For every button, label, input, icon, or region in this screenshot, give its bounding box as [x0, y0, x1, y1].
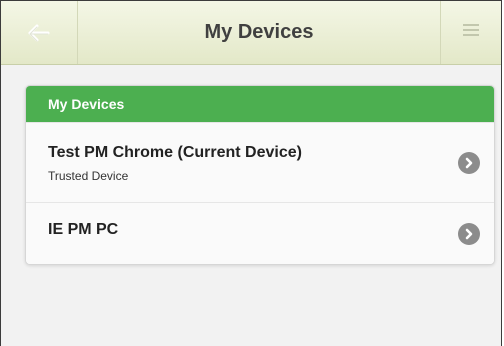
- back-button[interactable]: [1, 1, 78, 64]
- chevron-right-icon: [458, 222, 480, 245]
- device-name: Test PM Chrome (Current Device): [48, 144, 302, 161]
- hamburger-menu-icon: [463, 23, 479, 42]
- app-frame: My Devices My Devices Test PM Chrome (Cu…: [0, 0, 502, 346]
- devices-card: My Devices Test PM Chrome (Current Devic…: [25, 85, 495, 265]
- top-bar: My Devices: [1, 1, 501, 65]
- device-item-test-pm-chrome[interactable]: Test PM Chrome (Current Device) Trusted …: [26, 122, 494, 202]
- device-status: Trusted Device: [48, 169, 129, 183]
- arrow-left-icon: [28, 24, 50, 42]
- device-name: IE PM PC: [48, 221, 119, 238]
- chevron-right-icon: [458, 151, 480, 174]
- device-item-ie-pm-pc[interactable]: IE PM PC: [26, 202, 494, 264]
- page-title: My Devices: [204, 21, 314, 43]
- card-header: My Devices: [26, 86, 494, 122]
- menu-button[interactable]: [440, 1, 501, 64]
